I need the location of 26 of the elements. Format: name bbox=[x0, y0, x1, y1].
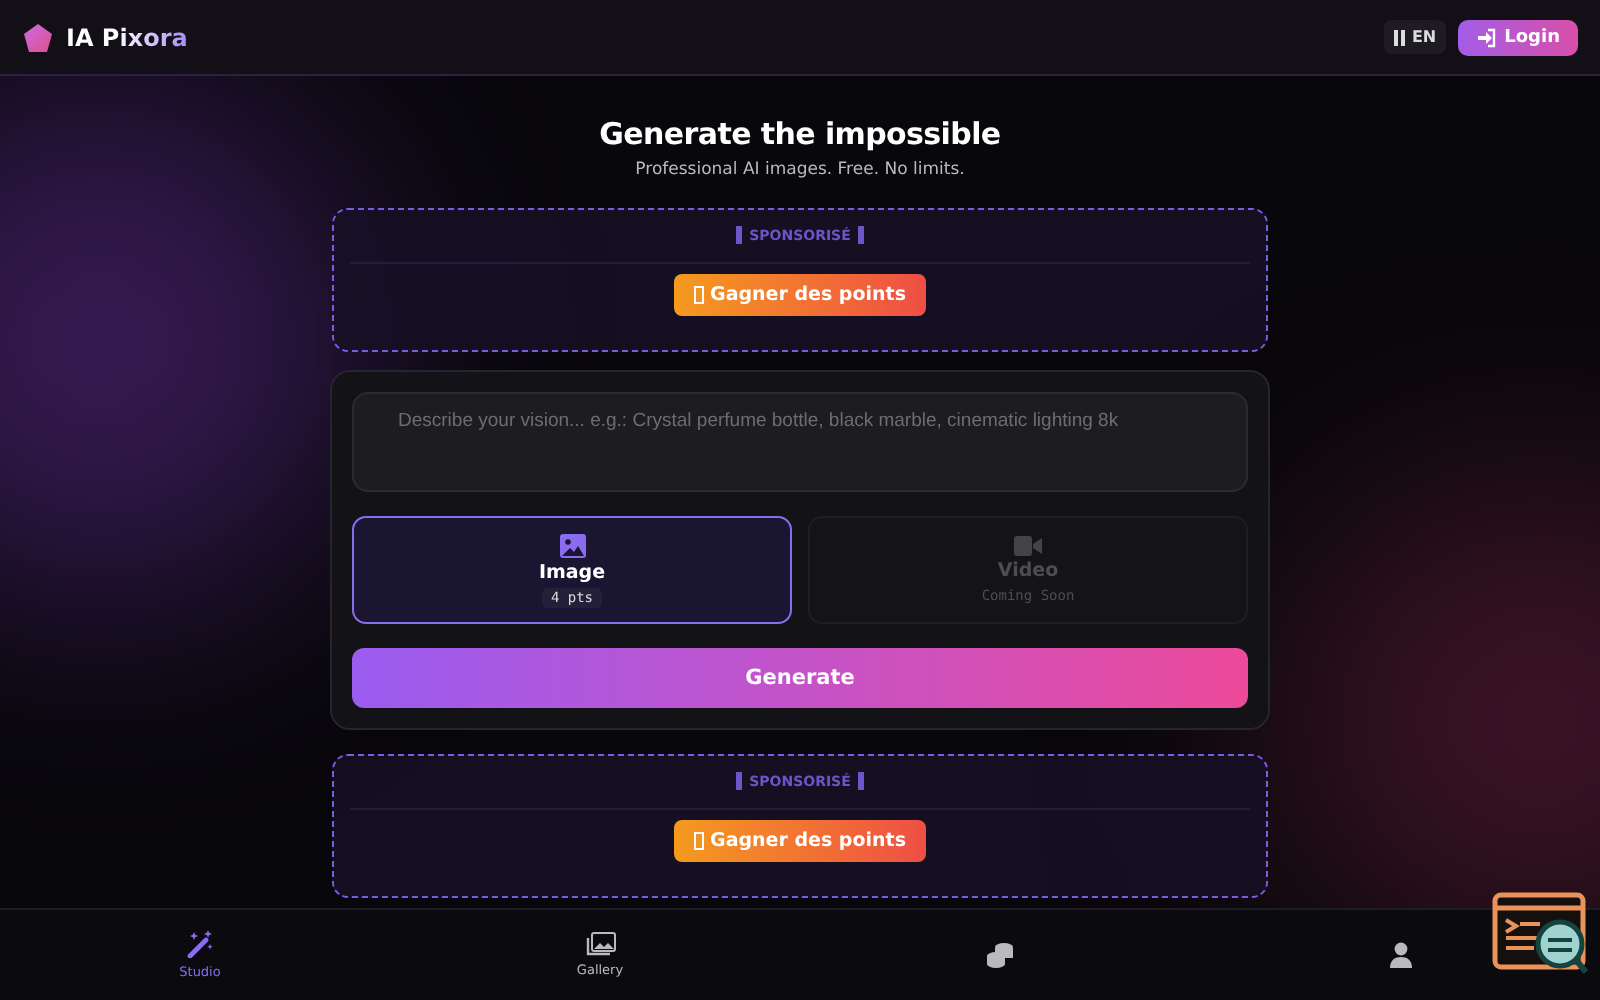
generate-button[interactable]: Generate bbox=[352, 648, 1248, 708]
page-title: Generate the impossible bbox=[599, 116, 1001, 152]
image-icon bbox=[559, 533, 585, 557]
gem-icon bbox=[22, 21, 54, 53]
glyph-icon bbox=[694, 286, 705, 304]
terminal-search-icon[interactable] bbox=[1492, 892, 1588, 976]
login-button[interactable]: Login bbox=[1458, 19, 1578, 55]
user-icon bbox=[1389, 942, 1411, 968]
glyph-icon bbox=[694, 832, 705, 850]
images-icon bbox=[585, 932, 615, 956]
login-icon bbox=[1476, 27, 1497, 47]
mode-label: Video bbox=[997, 559, 1059, 581]
flag-icon bbox=[1393, 29, 1406, 45]
magic-wand-icon bbox=[186, 930, 214, 958]
video-camera-icon bbox=[1014, 535, 1042, 555]
mode-label: Image bbox=[538, 561, 606, 583]
bar-icon bbox=[858, 772, 865, 790]
language-button[interactable]: EN bbox=[1383, 20, 1447, 54]
bar-icon bbox=[735, 226, 742, 244]
prompt-field[interactable]: Describe your vision... e.g.: Crystal perfume bottle, black marble, cinematic lighting 8k bbox=[352, 392, 1248, 492]
bar-icon bbox=[858, 226, 865, 244]
page-subtitle: Professional AI images. Free. No limits. bbox=[635, 160, 965, 180]
brand-name: IA Pixora bbox=[66, 23, 188, 51]
earn-points-button[interactable]: Gagner des points bbox=[674, 274, 926, 316]
earn-points-button[interactable]: Gagner des points bbox=[674, 820, 926, 862]
bar-icon bbox=[735, 772, 742, 790]
